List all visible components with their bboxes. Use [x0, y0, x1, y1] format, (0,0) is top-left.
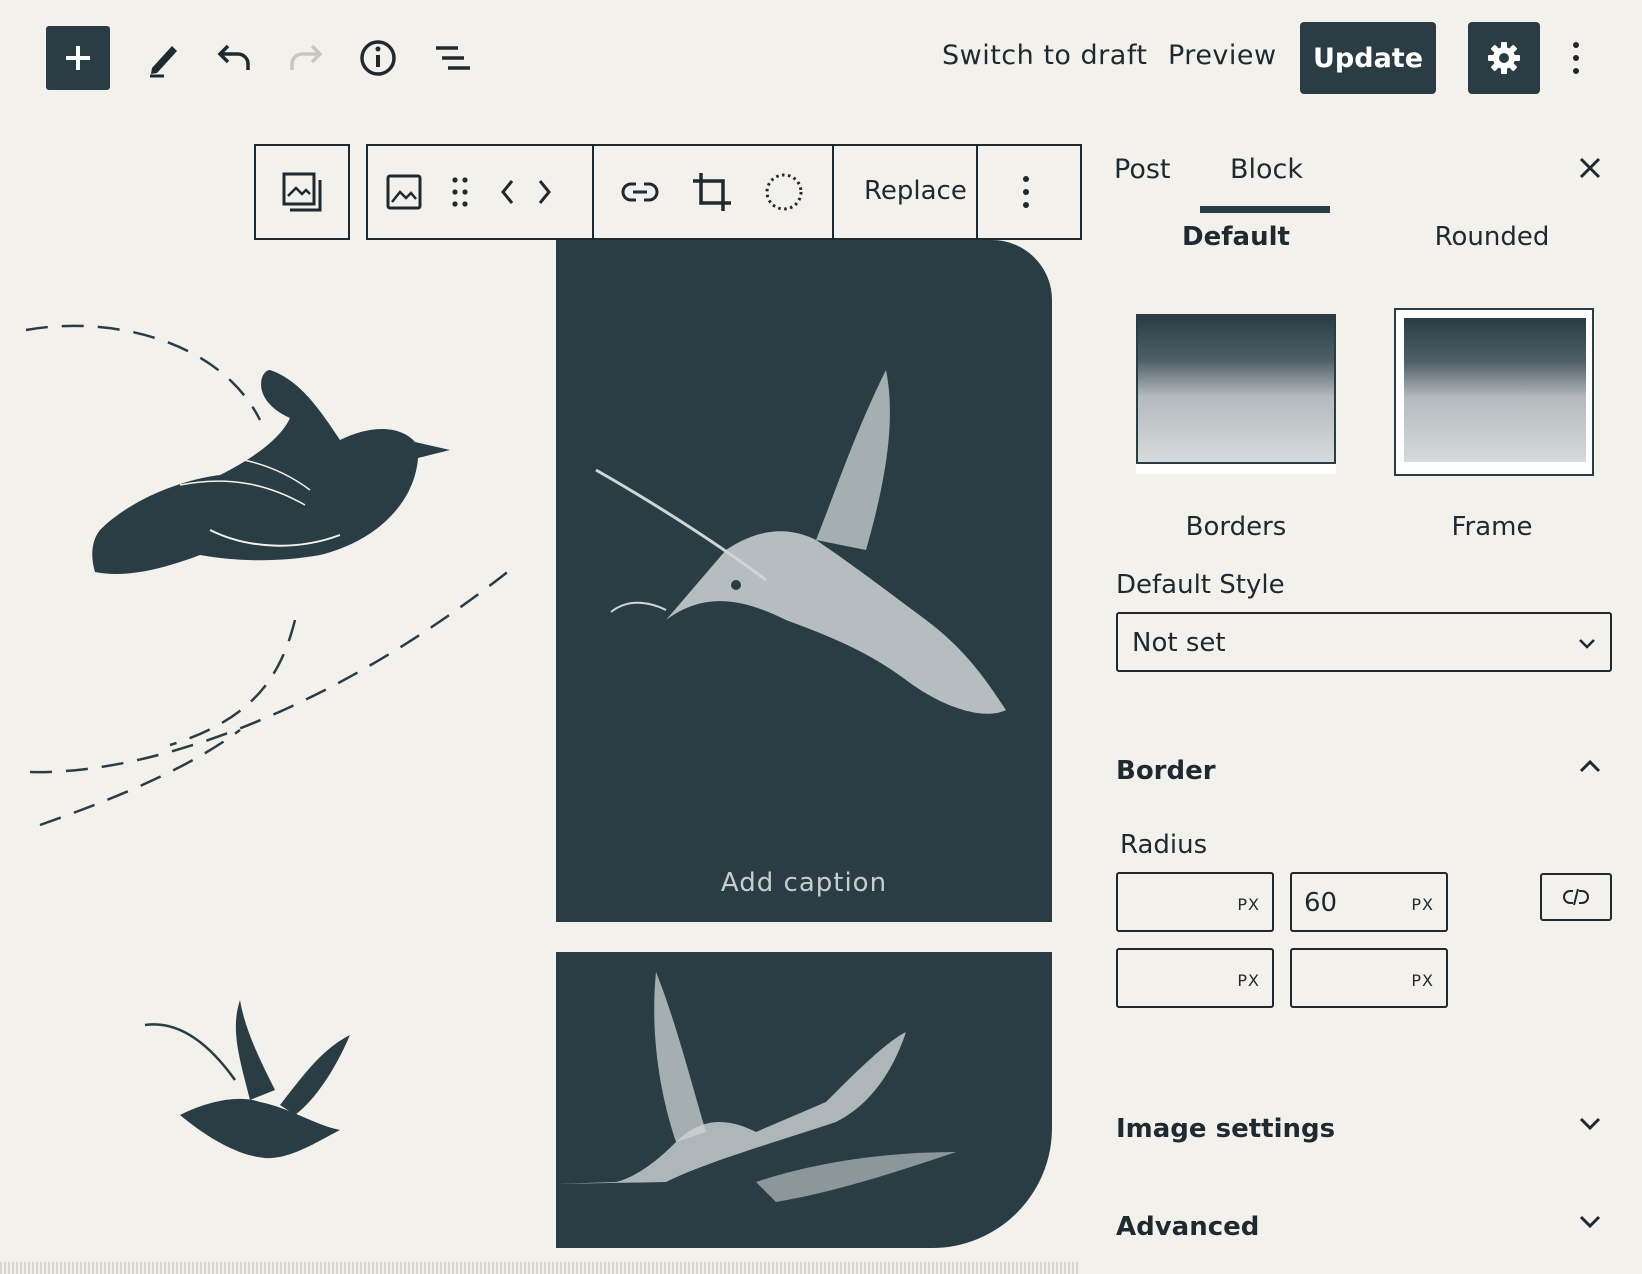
- block-options-button[interactable]: [998, 164, 1054, 220]
- gear-icon: [1488, 42, 1520, 74]
- duotone-circle-icon: [765, 173, 803, 211]
- redo-button[interactable]: [278, 30, 334, 86]
- preview-button[interactable]: Preview: [1168, 40, 1277, 71]
- radius-bottom-left-input[interactable]: PX: [1116, 948, 1274, 1008]
- vertical-ellipsis-icon: [1023, 176, 1029, 208]
- add-block-button[interactable]: [46, 26, 110, 90]
- move-right-button[interactable]: [524, 164, 564, 220]
- undo-icon: [217, 44, 250, 70]
- undo-button[interactable]: [206, 30, 262, 86]
- toolbar-divider: [832, 146, 834, 238]
- default-style-value: Not set: [1132, 628, 1226, 658]
- unit-label: PX: [1237, 971, 1260, 990]
- radius-label: Radius: [1120, 830, 1208, 860]
- chevron-down-icon: [1579, 1117, 1601, 1131]
- advanced-toggle[interactable]: [1570, 1202, 1610, 1242]
- unlink-icon: [1563, 888, 1589, 906]
- image-icon: [386, 174, 422, 210]
- replace-button[interactable]: Replace: [864, 176, 967, 206]
- chevron-down-icon: [1579, 1215, 1601, 1229]
- plus-icon: [66, 46, 90, 70]
- scroll-edge: [0, 1262, 1080, 1274]
- hummingbird-illustration: [556, 972, 956, 1202]
- update-button[interactable]: Update: [1300, 22, 1436, 94]
- second-image[interactable]: [556, 952, 1052, 1248]
- border-panel-title[interactable]: Border: [1116, 756, 1216, 786]
- selected-image[interactable]: Add caption: [556, 240, 1052, 922]
- link-icon: [621, 182, 659, 202]
- radius-top-right-value: 60: [1304, 888, 1338, 918]
- decorative-hummingbird-illustration: [144, 1000, 350, 1159]
- style-preview-borders[interactable]: [1136, 314, 1336, 474]
- redo-icon: [290, 44, 323, 70]
- chevron-up-icon: [1579, 759, 1601, 773]
- image-settings-panel-title[interactable]: Image settings: [1116, 1114, 1335, 1144]
- tab-post[interactable]: Post: [1114, 154, 1171, 185]
- active-tab-indicator: [1200, 206, 1330, 213]
- info-icon: [360, 40, 396, 76]
- close-sidebar-button[interactable]: [1570, 148, 1610, 188]
- top-toolbar: Switch to draft Preview Update: [0, 0, 1642, 118]
- unit-label: PX: [1411, 971, 1434, 990]
- close-icon: [1579, 157, 1601, 179]
- chevron-left-icon: [501, 180, 514, 204]
- list-view-button[interactable]: [424, 30, 480, 86]
- image-settings-toggle[interactable]: [1570, 1104, 1610, 1144]
- image-caption[interactable]: Add caption: [556, 868, 1052, 898]
- toolbar-divider: [592, 146, 594, 238]
- style-borders[interactable]: Borders: [1146, 512, 1326, 542]
- block-type-button[interactable]: [376, 164, 432, 220]
- radius-top-left-input[interactable]: PX: [1116, 872, 1274, 932]
- insert-link-button[interactable]: [612, 164, 668, 220]
- switch-to-draft-button[interactable]: Switch to draft: [942, 40, 1147, 71]
- settings-sidebar: Post Block Default Rounded Borders Frame…: [1090, 118, 1642, 1274]
- style-default[interactable]: Default: [1146, 222, 1326, 252]
- default-style-label: Default Style: [1116, 570, 1285, 600]
- duotone-button[interactable]: [756, 164, 812, 220]
- block-parent-selector[interactable]: [254, 144, 350, 240]
- tools-button[interactable]: [136, 30, 192, 86]
- style-preview-frame[interactable]: [1394, 308, 1594, 476]
- toolbar-divider: [976, 146, 978, 238]
- drag-handle[interactable]: [440, 164, 480, 220]
- tab-block[interactable]: Block: [1230, 154, 1303, 185]
- chevron-right-icon: [538, 180, 551, 204]
- advanced-panel-title[interactable]: Advanced: [1116, 1212, 1259, 1242]
- vertical-ellipsis-icon: [1573, 42, 1579, 74]
- border-panel-toggle[interactable]: [1570, 746, 1610, 786]
- decorative-bird-illustration: [25, 324, 511, 827]
- unit-label: PX: [1237, 895, 1260, 914]
- gallery-icon: [282, 172, 322, 212]
- details-button[interactable]: [350, 30, 406, 86]
- options-menu-button[interactable]: [1556, 30, 1596, 86]
- style-frame[interactable]: Frame: [1402, 512, 1582, 542]
- radius-top-right-input[interactable]: 60 PX: [1290, 872, 1448, 932]
- drag-handle-icon: [452, 177, 468, 207]
- block-toolbar: Replace: [366, 144, 1082, 240]
- style-rounded[interactable]: Rounded: [1402, 222, 1582, 252]
- unit-label: PX: [1411, 895, 1434, 914]
- list-view-icon: [436, 46, 470, 70]
- unlink-radius-button[interactable]: [1540, 873, 1612, 921]
- chevron-down-icon: [1579, 639, 1595, 649]
- crop-icon: [693, 173, 731, 211]
- default-style-select[interactable]: Not set: [1116, 612, 1612, 672]
- radius-bottom-right-input[interactable]: PX: [1290, 948, 1448, 1008]
- move-left-button[interactable]: [488, 164, 528, 220]
- pencil-icon: [150, 46, 177, 78]
- crop-button[interactable]: [684, 164, 740, 220]
- hummingbird-illustration: [595, 370, 1006, 714]
- settings-button[interactable]: [1468, 22, 1540, 94]
